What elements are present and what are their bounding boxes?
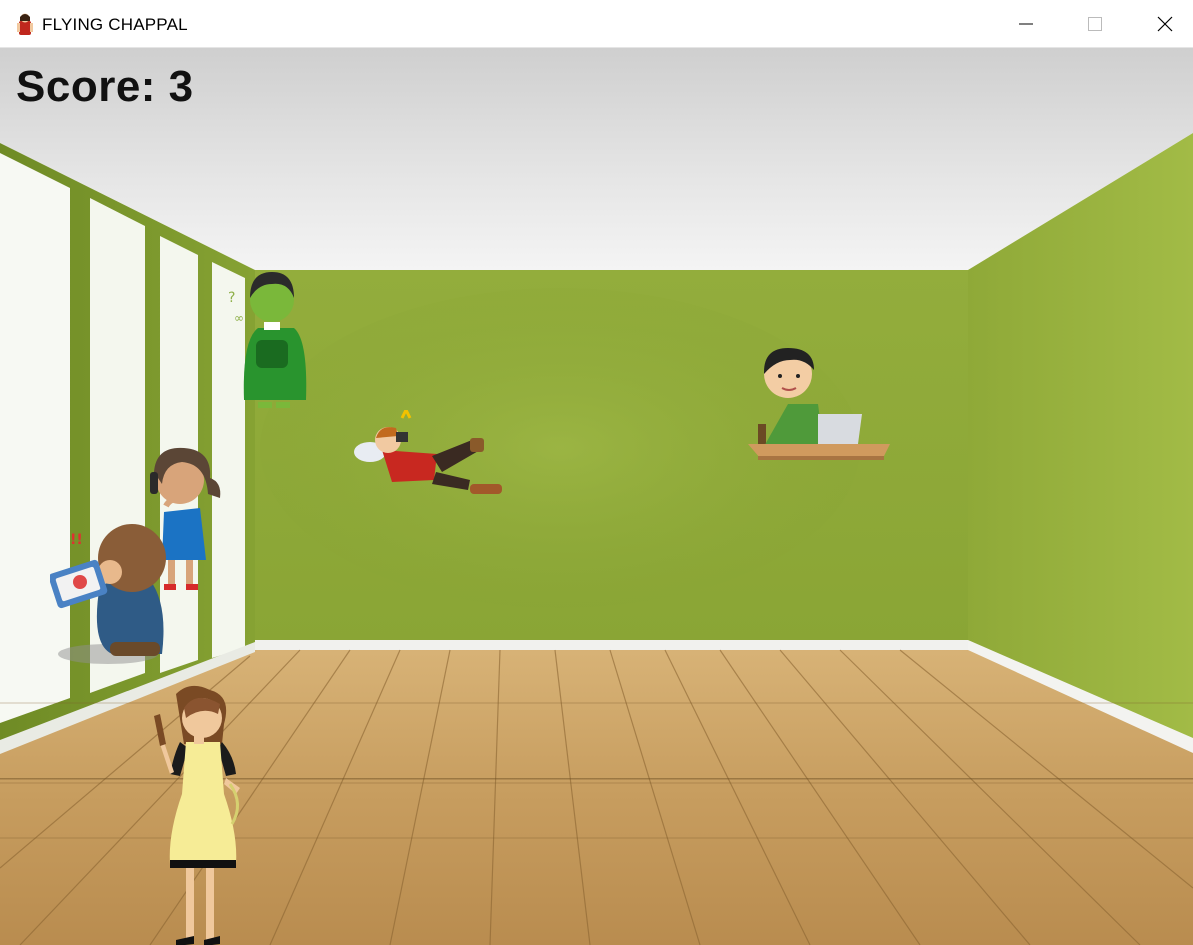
maximize-icon <box>1088 17 1102 31</box>
mother-player-character[interactable] <box>140 684 258 945</box>
game-canvas[interactable]: Score: 3 ? ∞ !! <box>0 48 1193 945</box>
window-title: FLYING CHAPPAL <box>42 15 188 34</box>
chappal-app-icon <box>14 12 36 36</box>
laptop-man-character[interactable] <box>748 344 893 474</box>
minimize-icon <box>1019 23 1033 25</box>
game-window: FLYING CHAPPAL Score: 3 ? ∞ !! <box>0 0 1193 945</box>
sick-boy-character[interactable]: ? ∞ <box>228 260 320 415</box>
minimize-button[interactable] <box>1003 0 1049 48</box>
title-bar[interactable]: FLYING CHAPPAL <box>0 0 1193 48</box>
svg-text:?: ? <box>228 290 235 306</box>
tablet-boy-character[interactable]: !! <box>48 514 172 671</box>
score-display: Score: 3 <box>16 62 194 111</box>
svg-text:∞: ∞ <box>234 311 244 325</box>
sleeping-man-character[interactable] <box>352 406 512 507</box>
svg-text:!!: !! <box>70 532 83 548</box>
maximize-button[interactable] <box>1072 0 1118 48</box>
close-icon <box>1157 16 1173 32</box>
close-button[interactable] <box>1142 0 1188 48</box>
